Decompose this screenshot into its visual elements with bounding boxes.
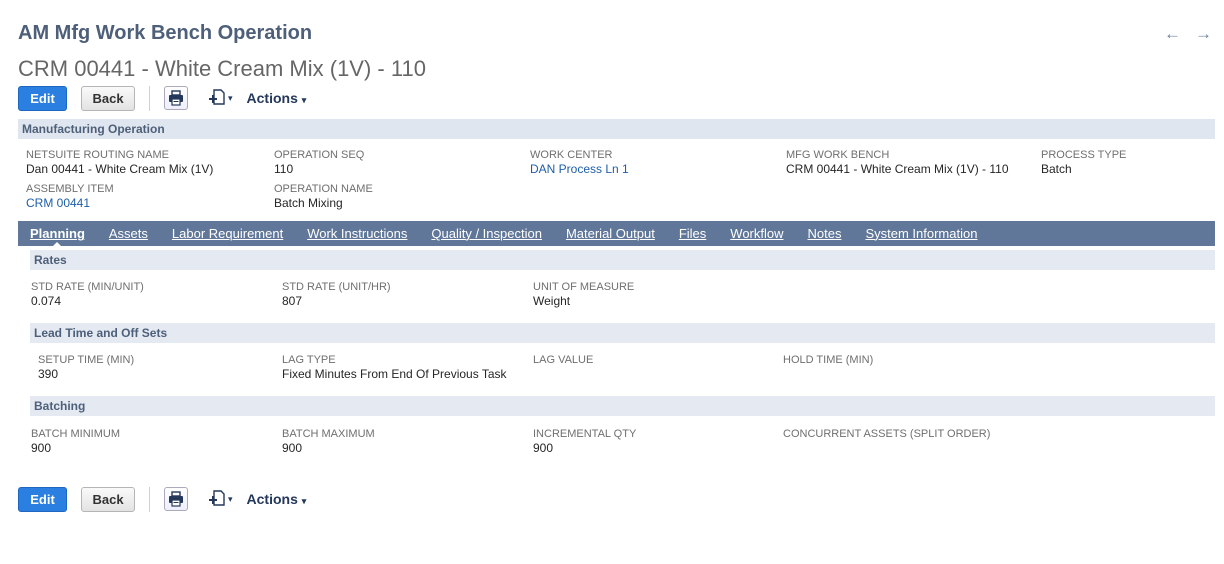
field-value: 807 [282,294,303,308]
field-value: CRM 00441 - White Cream Mix (1V) - 110 [786,162,1009,176]
new-record-menu[interactable]: ▾ [208,489,233,510]
print-icon[interactable] [164,487,188,511]
field-value: 900 [31,441,52,455]
field-label: CONCURRENT ASSETS (SPLIT ORDER) [783,428,991,440]
lag-type-field: LAG TYPE Fixed Minutes From End Of Previ… [282,354,507,382]
tab-files[interactable]: Files [679,226,706,241]
field-label: BATCH MAXIMUM [282,428,375,440]
chevron-down-icon: ▾ [228,493,233,504]
tab-material-output[interactable]: Material Output [566,226,655,241]
previous-record-icon[interactable]: ← [1164,24,1181,44]
field-label: LAG VALUE [533,354,594,366]
back-button[interactable]: Back [81,85,135,111]
field-value: Dan 00441 - White Cream Mix (1V) [26,162,214,176]
tab-system-information[interactable]: System Information [865,226,977,241]
tab-quality-inspection[interactable]: Quality / Inspection [431,226,542,241]
unit-of-measure-field: UNIT OF MEASURE Weight [533,281,634,309]
tab-workflow[interactable]: Workflow [730,226,783,241]
field-label: SETUP TIME (MIN) [38,354,135,366]
tab-planning[interactable]: Planning [30,226,85,247]
actions-label: Actions [246,491,298,507]
chevron-down-icon: ▾ [301,496,307,506]
page-title: AM Mfg Work Bench Operation [18,22,313,44]
tab-work-instructions[interactable]: Work Instructions [307,226,407,241]
actions-label: Actions [246,90,298,106]
setup-time-field: SETUP TIME (MIN) 390 [38,354,134,382]
field-label: UNIT OF MEASURE [533,281,635,293]
field-label: OPERATION NAME [274,183,373,195]
field-value: Batch Mixing [274,196,343,210]
batch-maximum-field: BATCH MAXIMUM 900 [282,428,375,456]
operation-seq-field: OPERATION SEQ 110 [274,149,364,177]
record-title: CRM 00441 - White Cream Mix (1V) - 110 [18,56,426,81]
field-label: INCREMENTAL QTY [533,428,637,440]
work-center-link[interactable]: DAN Process Ln 1 [530,162,629,177]
manufacturing-operation-header: Manufacturing Operation [18,119,1215,139]
field-label: MFG WORK BENCH [786,149,890,161]
edit-button[interactable]: Edit [18,486,67,512]
tab-notes[interactable]: Notes [808,226,842,241]
batch-minimum-field: BATCH MINIMUM 900 [31,428,120,456]
field-label: NETSUITE ROUTING NAME [26,149,170,161]
back-button[interactable]: Back [81,486,135,512]
field-label: PROCESS TYPE [1041,149,1127,161]
add-document-icon [208,88,226,109]
bottom-toolbar: Edit Back ▾ Actions ▾ [18,486,306,512]
field-label: WORK CENTER [530,149,613,161]
field-value: 0.074 [31,294,62,308]
concurrent-assets-field: CONCURRENT ASSETS (SPLIT ORDER) [783,428,990,441]
field-value: Batch [1041,162,1072,176]
std-rate-min-unit-field: STD RATE (MIN/UNIT) 0.074 [31,281,144,309]
rates-section-header: Rates [30,250,1215,270]
lag-value-field: LAG VALUE [533,354,593,367]
routing-name-field: NETSUITE ROUTING NAME Dan 00441 - White … [26,149,213,177]
assembly-item-link[interactable]: CRM 00441 [26,196,114,211]
incremental-qty-field: INCREMENTAL QTY 900 [533,428,636,456]
field-value: 900 [533,441,554,455]
actions-menu[interactable]: Actions ▾ [247,90,307,106]
field-value: Fixed Minutes From End Of Previous Task [282,367,507,381]
field-value: Weight [533,294,571,308]
field-label: ASSEMBLY ITEM [26,183,114,195]
hold-time-field: HOLD TIME (MIN) [783,354,873,367]
tab-labor-requirement[interactable]: Labor Requirement [172,226,283,241]
field-value: 900 [282,441,303,455]
subtab-bar: Planning Assets Labor Requirement Work I… [18,221,1215,247]
record-navigation: ← → [1164,24,1212,44]
operation-name-field: OPERATION NAME Batch Mixing [274,183,373,211]
print-icon[interactable] [164,86,188,110]
std-rate-unit-hr-field: STD RATE (UNIT/HR) 807 [282,281,391,309]
field-label: OPERATION SEQ [274,149,365,161]
assembly-item-field: ASSEMBLY ITEM CRM 00441 [26,183,114,211]
new-record-menu[interactable]: ▾ [208,88,233,109]
batching-section-header: Batching [30,396,1215,416]
field-label: HOLD TIME (MIN) [783,354,874,366]
field-value: 110 [274,162,294,176]
field-value: 390 [38,367,59,381]
next-record-icon[interactable]: → [1195,24,1212,44]
lead-time-section-header: Lead Time and Off Sets [30,323,1215,343]
mfg-work-bench-field: MFG WORK BENCH CRM 00441 - White Cream M… [786,149,1009,177]
chevron-down-icon: ▾ [301,95,307,105]
toolbar-divider [149,85,150,111]
tab-assets[interactable]: Assets [109,226,148,241]
field-label: STD RATE (MIN/UNIT) [31,281,144,293]
work-center-field: WORK CENTER DAN Process Ln 1 [530,149,629,177]
add-document-icon [208,489,226,510]
edit-button[interactable]: Edit [18,85,67,111]
field-label: BATCH MINIMUM [31,428,121,440]
toolbar-divider [149,486,150,512]
chevron-down-icon: ▾ [228,92,233,103]
field-label: LAG TYPE [282,354,336,366]
top-toolbar: Edit Back ▾ Actions ▾ [18,85,306,111]
process-type-field: PROCESS TYPE Batch [1041,149,1126,177]
actions-menu[interactable]: Actions ▾ [247,491,307,507]
field-label: STD RATE (UNIT/HR) [282,281,391,293]
